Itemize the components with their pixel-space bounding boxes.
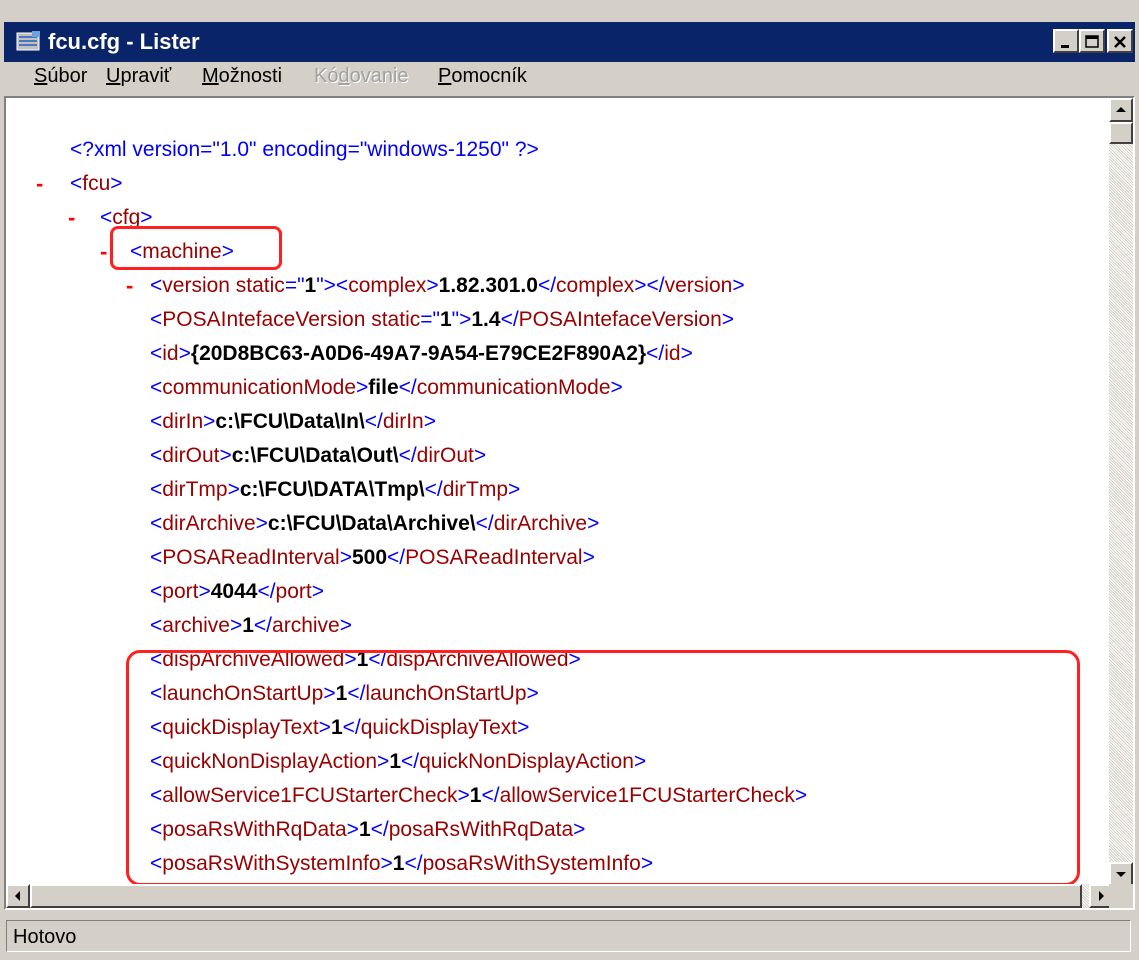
- element-close-tag-name: archive: [272, 614, 340, 637]
- scroll-down-button[interactable]: [1109, 862, 1133, 886]
- horizontal-scroll-thumb[interactable]: [30, 884, 1082, 908]
- close-icon: [1114, 36, 1126, 48]
- scroll-up-button[interactable]: [1109, 98, 1133, 122]
- xml-declaration: <?xml version="1.0" encoding="windows-12…: [70, 138, 539, 161]
- xml-element-line: <dirTmp>c:\FCU\DATA\Tmp\</dirTmp>: [150, 478, 521, 501]
- minimize-button[interactable]: [1053, 29, 1079, 53]
- xml-element-line: <POSAReadInterval>500</POSAReadInterval>: [150, 546, 595, 569]
- element-value: c:\FCU\Data\Archive\: [267, 512, 476, 535]
- maximize-button[interactable]: [1079, 29, 1105, 53]
- element-close-tag-name: id: [664, 342, 681, 365]
- element-tag-name: communicationMode: [162, 376, 357, 399]
- element-value: {20D8BC63-A0D6-49A7-9A54-E79CE2F890A2}: [190, 342, 647, 365]
- element-value: c:\FCU\Data\In\: [215, 410, 365, 433]
- element-tag-name: dirOut: [162, 444, 220, 467]
- status-text: Hotovo: [13, 926, 77, 948]
- fcu-open-tag: <fcu>: [70, 172, 123, 195]
- xml-element-line: <dirOut>c:\FCU\Data\Out\</dirOut>: [150, 444, 487, 467]
- menu-upravit[interactable]: Upraviť: [106, 64, 171, 88]
- minimize-icon: [1061, 45, 1069, 48]
- element-tag-name: id: [162, 342, 179, 365]
- xml-viewer[interactable]: <?xml version="1.0" encoding="windows-12…: [4, 96, 1135, 910]
- element-close-tag-name: dirOut: [416, 444, 474, 467]
- collapse-toggle-cfg[interactable]: -: [68, 202, 75, 234]
- menu-pomocnik[interactable]: Pomocník: [438, 64, 527, 88]
- element-value: 4044: [210, 580, 258, 603]
- element-tag-name: port: [162, 580, 199, 603]
- vertical-scroll-thumb[interactable]: [1109, 122, 1133, 144]
- lister-window: fcu.cfg - Lister Súbor Upraviť Možnosti …: [0, 0, 1139, 960]
- arrow-down-icon: [1116, 872, 1126, 877]
- element-tag-name: archive: [162, 614, 230, 637]
- element-close-tag-name: dirIn: [382, 410, 424, 433]
- element-close-tag-name: POSAReadInterval: [405, 546, 583, 569]
- status-panel: Hotovo: [6, 920, 1131, 952]
- element-close-tag-name: port: [275, 580, 312, 603]
- settings-highlight-box: [126, 650, 1080, 886]
- vertical-scrollbar[interactable]: [1109, 98, 1133, 886]
- xml-element-line: <port>4044</port>: [150, 580, 324, 603]
- xml-element-line: <dirIn>c:\FCU\Data\In\</dirIn>: [150, 410, 436, 433]
- xml-document: <?xml version="1.0" encoding="windows-12…: [6, 98, 1113, 886]
- element-value: c:\FCU\Data\Out\: [231, 444, 399, 467]
- posa-interface-version-line: <POSAIntefaceVersion static="1">1.4</POS…: [150, 308, 735, 331]
- menu-moznosti[interactable]: Možnosti: [202, 64, 282, 88]
- menu-subor[interactable]: Súbor: [34, 64, 87, 88]
- collapse-toggle-version[interactable]: -: [126, 270, 133, 302]
- element-value: c:\FCU\DATA\Tmp\: [239, 478, 425, 501]
- collapse-toggle-fcu[interactable]: -: [36, 168, 43, 200]
- element-tag-name: dirArchive: [162, 512, 256, 535]
- title-bar[interactable]: fcu.cfg - Lister: [4, 22, 1135, 62]
- scroll-left-button[interactable]: [6, 884, 30, 908]
- arrow-left-icon: [15, 891, 20, 901]
- xml-element-line: <dirArchive>c:\FCU\Data\Archive\</dirArc…: [150, 512, 600, 535]
- status-bar: Hotovo: [4, 916, 1135, 956]
- xml-element-line: <archive>1</archive>: [150, 614, 352, 637]
- element-close-tag-name: dirArchive: [493, 512, 588, 535]
- window-title: fcu.cfg - Lister: [48, 29, 200, 54]
- menu-kodovanie: Kódovanie: [314, 65, 409, 87]
- arrow-up-icon: [1116, 107, 1126, 112]
- machine-highlight-box: [110, 226, 282, 270]
- maximize-icon: [1085, 35, 1099, 48]
- arrow-right-icon: [1099, 891, 1104, 901]
- element-tag-name: dirIn: [162, 410, 204, 433]
- menu-bar: Súbor Upraviť Možnosti Kódovanie Pomocní…: [4, 62, 1135, 90]
- lister-app-icon[interactable]: [16, 30, 42, 52]
- element-tag-name: POSAReadInterval: [162, 546, 340, 569]
- version-line: <version static="1"><complex>1.82.301.0<…: [150, 274, 745, 297]
- element-value: 1: [242, 614, 254, 637]
- scrollbar-corner: [1109, 884, 1133, 908]
- element-value: 500: [351, 546, 388, 569]
- element-close-tag-name: dirTmp: [442, 478, 509, 501]
- collapse-toggle-machine[interactable]: -: [100, 236, 107, 268]
- horizontal-scrollbar[interactable]: [6, 884, 1113, 908]
- close-button[interactable]: [1107, 29, 1133, 53]
- xml-element-line: <id>{20D8BC63-A0D6-49A7-9A54-E79CE2F890A…: [150, 342, 693, 365]
- element-value: file: [368, 376, 399, 399]
- element-close-tag-name: communicationMode: [416, 376, 611, 399]
- xml-element-line: <communicationMode>file</communicationMo…: [150, 376, 623, 399]
- element-tag-name: dirTmp: [162, 478, 228, 501]
